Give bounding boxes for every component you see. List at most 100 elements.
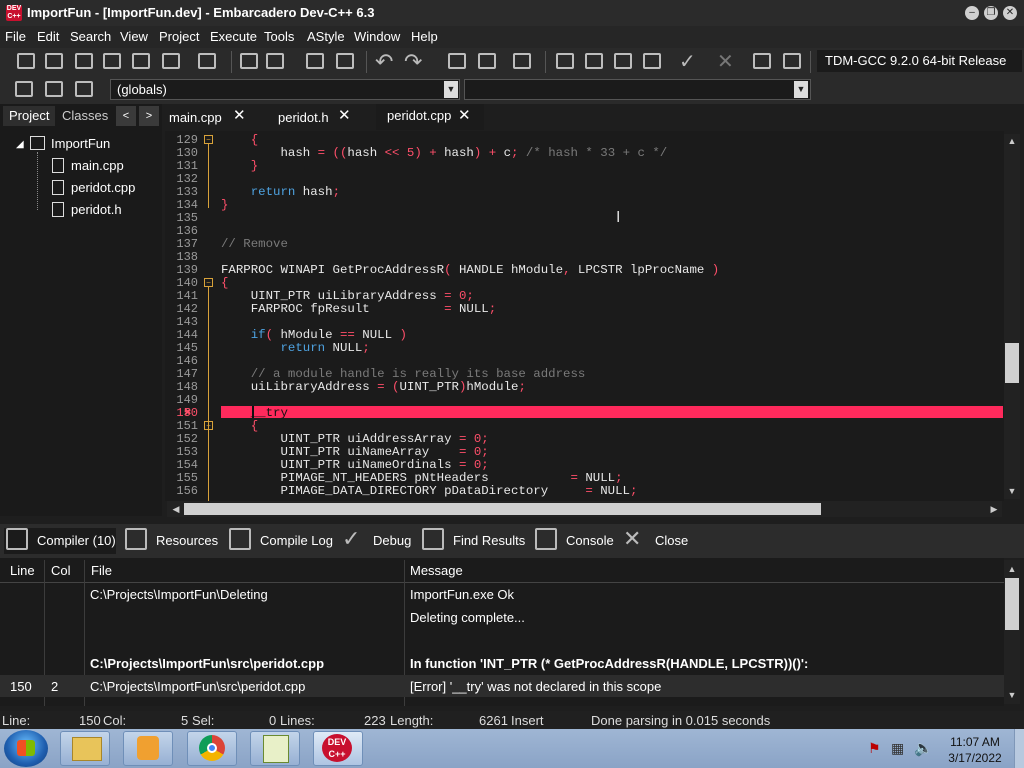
tab-compiler[interactable]: Compiler (10)	[37, 533, 116, 548]
header-col[interactable]: Col	[51, 563, 71, 578]
redo-icon[interactable]: ↷	[404, 49, 422, 75]
compile-run-icon[interactable]	[614, 53, 632, 69]
fold-marker-icon[interactable]: −	[204, 421, 213, 430]
tree-file-main-cpp[interactable]: main.cpp	[71, 158, 124, 173]
menu-view[interactable]: View	[120, 29, 148, 44]
close-tab-icon[interactable]: ✕	[458, 106, 471, 124]
chevron-down-icon[interactable]: ▼	[794, 81, 808, 98]
header-line[interactable]: Line	[10, 563, 35, 578]
compiler-select[interactable]: TDM-GCC 9.2.0 64-bit Release	[817, 50, 1022, 72]
line-number: 133	[176, 185, 198, 199]
chevron-down-icon[interactable]: ▼	[444, 81, 458, 98]
save-icon[interactable]	[75, 53, 93, 69]
header-message[interactable]: Message	[410, 563, 463, 578]
scroll-down-icon[interactable]: ▼	[1005, 484, 1019, 498]
tab-close[interactable]: Close	[655, 533, 688, 548]
close-tab-icon[interactable]: ✕	[338, 106, 351, 124]
project-options-icon[interactable]	[513, 53, 531, 69]
header-file[interactable]: File	[91, 563, 112, 578]
profile-icon[interactable]	[753, 53, 771, 69]
close-all-icon[interactable]	[162, 53, 180, 69]
menu-file[interactable]: File	[5, 29, 26, 44]
line-number: 147	[176, 367, 198, 381]
show-desktop-button[interactable]	[1014, 729, 1024, 768]
compile-icon[interactable]	[556, 53, 574, 69]
save-all-icon[interactable]	[103, 53, 121, 69]
new-project-icon[interactable]	[448, 53, 466, 69]
delete-profile-icon[interactable]	[783, 53, 801, 69]
nav-next-button[interactable]: >	[139, 106, 159, 126]
menu-project[interactable]: Project	[159, 29, 199, 44]
clock-date[interactable]: 3/17/2022	[940, 751, 1010, 765]
run-icon[interactable]	[585, 53, 603, 69]
nav-prev-button[interactable]: <	[116, 106, 136, 126]
clock-time[interactable]: 11:07 AM	[940, 735, 1010, 749]
editor-tab-main-cpp[interactable]: main.cpp	[169, 110, 222, 125]
tree-line	[37, 152, 39, 210]
scroll-left-icon[interactable]: ◀	[169, 502, 183, 516]
scope-select[interactable]: (globals)	[110, 79, 460, 100]
print-icon[interactable]	[198, 53, 216, 69]
editor-horizontal-thumb[interactable]	[184, 503, 821, 515]
row-file: C:\Projects\ImportFun\src\peridot.cpp	[90, 656, 325, 671]
menu-astyle[interactable]: AStyle	[307, 29, 345, 44]
rebuild-all-icon[interactable]	[643, 53, 661, 69]
volume-icon[interactable]: 🔈	[914, 739, 933, 757]
scroll-up-icon[interactable]: ▲	[1005, 562, 1019, 576]
function-select[interactable]	[464, 79, 811, 100]
scroll-down-icon[interactable]: ▼	[1005, 688, 1019, 702]
editor-tab-peridot-h[interactable]: peridot.h	[278, 110, 329, 125]
editor-vertical-scrollbar[interactable]	[1004, 134, 1020, 499]
line-number: 141	[176, 289, 198, 303]
toggle-bookmark-icon[interactable]	[336, 53, 354, 69]
menu-edit[interactable]: Edit	[37, 29, 59, 44]
menu-search[interactable]: Search	[70, 29, 111, 44]
status-sel-value: 0	[269, 713, 277, 728]
find-icon[interactable]	[240, 53, 258, 69]
fold-marker-icon[interactable]: −	[204, 135, 213, 144]
tab-compile-log[interactable]: Compile Log	[260, 533, 333, 548]
indent-icon[interactable]	[306, 53, 324, 69]
remove-from-project-icon[interactable]	[478, 53, 496, 69]
syntax-check-icon[interactable]: ✓	[679, 49, 696, 74]
editor-vertical-thumb[interactable]	[1005, 343, 1019, 383]
debug-check-icon: ✓	[342, 526, 361, 551]
tab-find-results[interactable]: Find Results	[453, 533, 525, 548]
bookmark-icon[interactable]	[45, 81, 63, 97]
menu-execute[interactable]: Execute	[210, 29, 257, 44]
menu-window[interactable]: Window	[354, 29, 400, 44]
abort-compile-icon[interactable]: ✕	[717, 49, 734, 74]
tab-console[interactable]: Console	[566, 533, 614, 548]
project-name[interactable]: ImportFun	[51, 136, 110, 151]
table-row[interactable]	[0, 629, 1004, 651]
window-title: ImportFun - [ImportFun.dev] - Embarcader…	[27, 5, 375, 20]
restore-button[interactable]: ❐	[984, 6, 998, 20]
messages-scroll-thumb[interactable]	[1005, 578, 1019, 630]
devcpp-logo-icon: DEV C++	[6, 5, 22, 21]
tab-classes[interactable]: Classes	[56, 106, 114, 126]
class-browser-icon[interactable]	[15, 81, 33, 97]
scroll-right-icon[interactable]: ▶	[987, 502, 1001, 516]
tab-resources[interactable]: Resources	[156, 533, 218, 548]
undo-icon[interactable]: ↶	[375, 49, 393, 75]
menu-tools[interactable]: Tools	[264, 29, 294, 44]
tree-file-peridot-cpp[interactable]: peridot.cpp	[71, 180, 135, 195]
close-file-icon[interactable]	[132, 53, 150, 69]
open-folder-icon[interactable]	[45, 53, 63, 69]
scroll-up-icon[interactable]: ▲	[1005, 134, 1019, 148]
expand-arrow-icon[interactable]: ◢	[16, 139, 24, 150]
menu-help[interactable]: Help	[411, 29, 438, 44]
network-icon[interactable]: ▦	[891, 740, 904, 757]
minimize-button[interactable]: –	[965, 6, 979, 20]
new-file-icon[interactable]	[17, 53, 35, 69]
tab-debug[interactable]: Debug	[373, 533, 411, 548]
goto-bookmark-icon[interactable]	[75, 81, 93, 97]
tab-project[interactable]: Project	[3, 106, 56, 126]
close-tab-icon[interactable]: ✕	[233, 106, 246, 124]
editor-tab-peridot-cpp[interactable]: peridot.cpp	[387, 108, 451, 123]
tree-file-peridot-h[interactable]: peridot.h	[71, 202, 122, 217]
close-window-button[interactable]: ✕	[1003, 6, 1017, 20]
replace-icon[interactable]	[266, 53, 284, 69]
action-center-icon[interactable]: ⚑	[868, 740, 881, 757]
fold-marker-icon[interactable]: −	[204, 278, 213, 287]
